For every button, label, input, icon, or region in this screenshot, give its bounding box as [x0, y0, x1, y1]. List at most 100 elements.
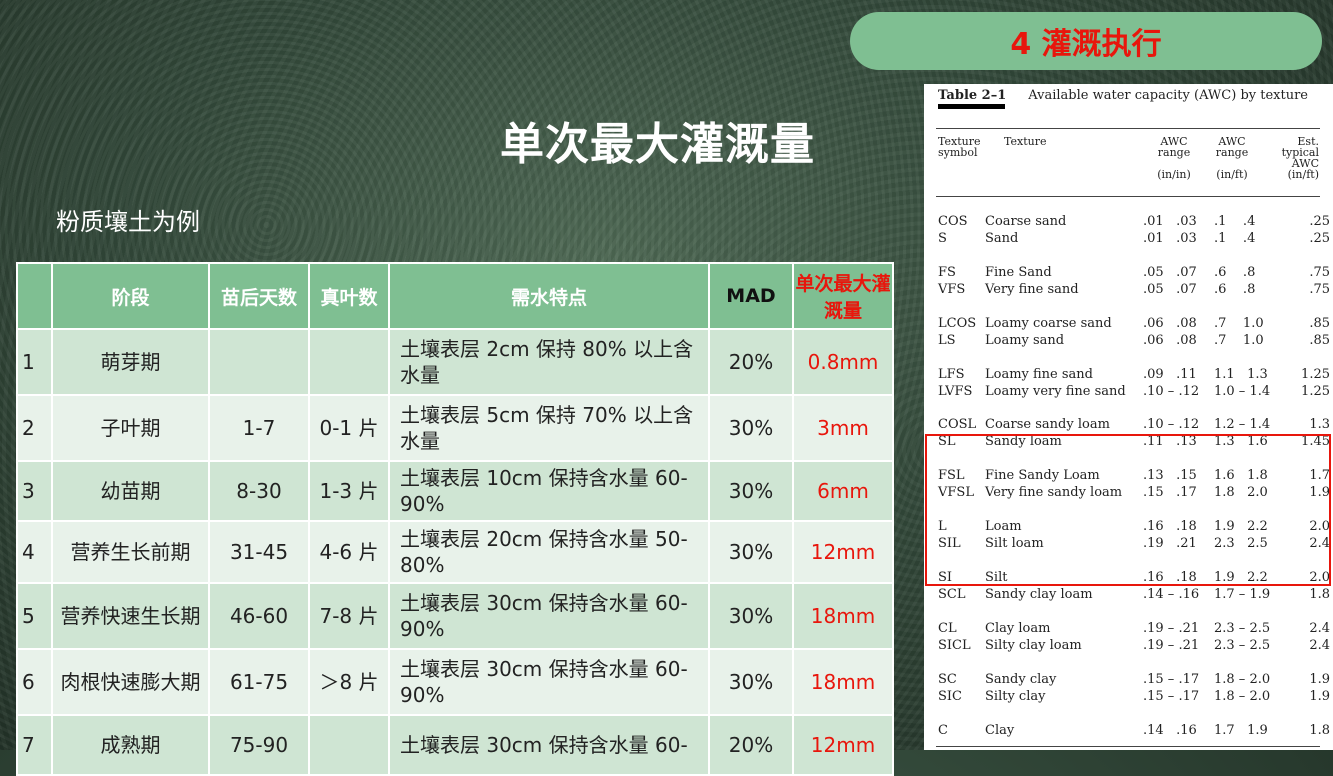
cell-no: 3: [16, 460, 53, 522]
ref-typical: .85: [1309, 316, 1330, 331]
ref-symbol: LFS: [938, 367, 965, 382]
ref-texture: Loamy coarse sand: [985, 316, 1112, 331]
reference-caption-text: Available water capacity (AWC) by textur…: [1028, 88, 1308, 103]
cell-leaves: ＞8 片: [308, 648, 390, 716]
cell-max: 3mm: [792, 394, 894, 462]
top-rule: [936, 128, 1320, 129]
ref-symbol: COSL: [938, 417, 977, 432]
cell-no: 2: [16, 394, 53, 462]
ref-typical: 2.4: [1309, 621, 1330, 636]
cell-need: 土壤表层 30cm 保持含水量 60-90%: [388, 582, 710, 650]
ref-awc-inin: .01 .03: [1143, 231, 1197, 246]
cell-no: 6: [16, 648, 53, 716]
cell-days: 46-60: [208, 582, 310, 650]
ref-awc-inin: .15 – .17: [1143, 672, 1200, 687]
header-typical: Est. typical AWC (in/ft): [1281, 135, 1319, 181]
ref-awc-inin: .06 .08: [1143, 333, 1197, 348]
ref-typical: 1.25: [1301, 384, 1330, 399]
cell-max: 12mm: [792, 714, 894, 776]
cell-mad: 30%: [708, 520, 794, 584]
ref-awc-inin: .19 – .21: [1143, 621, 1200, 636]
col-header-no: [16, 262, 53, 330]
ref-awc-inin: .14 – .16: [1143, 587, 1200, 602]
cell-days: 31-45: [208, 520, 310, 584]
cell-mad: 30%: [708, 648, 794, 716]
header-rule: [936, 196, 1320, 197]
ref-symbol: LVFS: [938, 384, 973, 399]
cell-need: 土壤表层 30cm 保持含水量 60-: [388, 714, 710, 776]
cell-days: [208, 328, 310, 396]
col-header-need: 需水特点: [388, 262, 710, 330]
cell-stage: 子叶期: [51, 394, 210, 462]
ref-awc-inin: .09 .11: [1143, 367, 1197, 382]
cell-days: 75-90: [208, 714, 310, 776]
ref-texture: Loamy fine sand: [985, 367, 1093, 382]
ref-awc-inft: 2.3 – 2.5: [1214, 621, 1271, 636]
ref-symbol: FS: [938, 265, 956, 280]
cell-stage: 成熟期: [51, 714, 210, 776]
col-header-days: 苗后天数: [208, 262, 310, 330]
ref-awc-inin: .05 .07: [1143, 282, 1197, 297]
ref-symbol: SICL: [938, 638, 971, 653]
ref-typical: 1.25: [1301, 367, 1330, 382]
ref-awc-inft: 1.8 – 2.0: [1214, 672, 1271, 687]
ref-symbol: CL: [938, 621, 957, 636]
ref-awc-inin: .14 .16: [1143, 723, 1197, 738]
section-badge-label: 4 灌溉执行: [1010, 27, 1162, 62]
ref-typical: .25: [1309, 214, 1330, 229]
header-awc-inin: AWC range (in/in): [1157, 135, 1191, 181]
ref-typical: .25: [1309, 231, 1330, 246]
irrigation-table: 阶段 苗后天数 真叶数 需水特点 MAD 单次最大灌溉量 1 萌芽期 土壤表层 2c…: [16, 262, 894, 776]
ref-symbol: SC: [938, 672, 957, 687]
cell-max: 0.8mm: [792, 328, 894, 396]
ref-awc-inft: 1.7 1.9: [1214, 723, 1268, 738]
cell-max: 18mm: [792, 582, 894, 650]
ref-symbol: SIC: [938, 689, 962, 704]
table-row: 5 营养快速生长期 46-60 7-8 片土壤表层 30cm 保持含水量 60-90%…: [16, 582, 894, 650]
reference-table-label: Table 2–1: [938, 88, 1007, 103]
cell-days: 8-30: [208, 460, 310, 522]
ref-symbol: C: [938, 723, 948, 738]
ref-symbol: LCOS: [938, 316, 977, 331]
ref-awc-inft: .7 1.0: [1214, 316, 1264, 331]
cell-max: 12mm: [792, 520, 894, 584]
col-header-mad: MAD: [708, 262, 794, 330]
reference-caption: Table 2–1 Available water capacity (AWC) …: [938, 88, 1308, 103]
cell-need: 土壤表层 2cm 保持 80% 以上含水量: [388, 328, 710, 396]
cell-leaves: 1-3 片: [308, 460, 390, 522]
ref-texture: Very fine sand: [985, 282, 1079, 297]
awc-reference-table: Table 2–1 Available water capacity (AWC) …: [924, 84, 1333, 750]
ref-typical: 1.8: [1309, 723, 1330, 738]
ref-typical: 1.3: [1309, 417, 1330, 432]
highlight-box: [925, 434, 1331, 586]
ref-texture: Sandy clay loam: [985, 587, 1093, 602]
table-header-row: 阶段 苗后天数 真叶数 需水特点 MAD 单次最大灌溉量: [16, 262, 894, 330]
ref-symbol: VFS: [938, 282, 966, 297]
ref-texture: Loamy very fine sand: [985, 384, 1126, 399]
cell-mad: 20%: [708, 328, 794, 396]
ref-texture: Coarse sand: [985, 214, 1067, 229]
ref-awc-inft: .1 .4: [1214, 231, 1256, 246]
section-badge: 4 灌溉执行: [850, 12, 1322, 70]
cell-mad: 30%: [708, 460, 794, 522]
caption-bar: [938, 104, 1005, 109]
ref-typical: .75: [1309, 282, 1330, 297]
ref-typical: .85: [1309, 333, 1330, 348]
cell-stage: 萌芽期: [51, 328, 210, 396]
ref-typical: .75: [1309, 265, 1330, 280]
header-symbol: Texture symbol: [938, 135, 981, 159]
ref-awc-inin: .06 .08: [1143, 316, 1197, 331]
cell-mad: 20%: [708, 714, 794, 776]
cell-leaves: 7-8 片: [308, 582, 390, 650]
ref-awc-inft: .6 .8: [1214, 282, 1256, 297]
ref-awc-inft: .7 1.0: [1214, 333, 1264, 348]
ref-awc-inft: .6 .8: [1214, 265, 1256, 280]
ref-awc-inft: 1.2 – 1.4: [1214, 417, 1271, 432]
cell-max: 18mm: [792, 648, 894, 716]
cell-days: 1-7: [208, 394, 310, 462]
cell-stage: 幼苗期: [51, 460, 210, 522]
col-header-leaves: 真叶数: [308, 262, 390, 330]
table-row: 2 子叶期 1-7 0-1 片土壤表层 5cm 保持 70% 以上含水量 30% 3mm: [16, 394, 894, 462]
cell-need: 土壤表层 5cm 保持 70% 以上含水量: [388, 394, 710, 462]
ref-symbol: COS: [938, 214, 968, 229]
